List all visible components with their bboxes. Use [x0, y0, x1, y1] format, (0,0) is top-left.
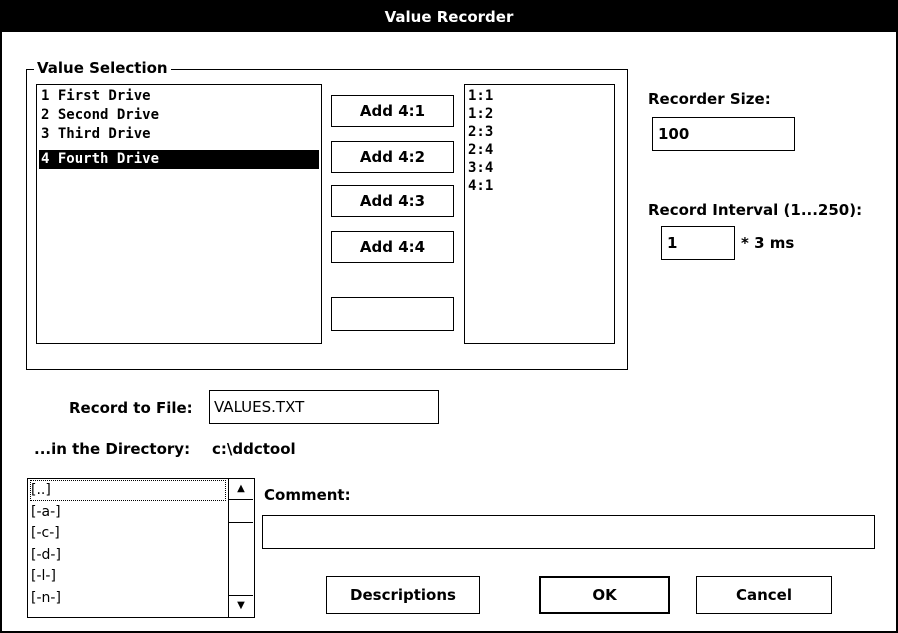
directory-item[interactable]: [-a-] [31, 503, 61, 522]
recorder-size-input[interactable]: 100 [652, 117, 795, 151]
add-4-4-button[interactable]: Add 4:4 [331, 231, 454, 263]
directory-item[interactable]: [-l-] [31, 567, 56, 586]
drive-item[interactable]: 1 First Drive [39, 87, 151, 106]
scroll-thumb[interactable] [229, 500, 253, 523]
selected-value-item[interactable]: 4:1 [468, 177, 493, 195]
drive-item-selected[interactable]: 4 Fourth Drive [39, 150, 319, 169]
directory-item[interactable]: [..] [30, 480, 226, 501]
selected-value-item[interactable]: 1:2 [468, 105, 493, 123]
directory-value: c:\ddctool [212, 440, 296, 458]
directory-item[interactable]: [-d-] [31, 546, 61, 565]
selected-values-list[interactable]: 1:1 1:2 2:3 2:4 3:4 4:1 [464, 84, 615, 344]
record-file-input[interactable]: VALUES.TXT [209, 390, 439, 424]
selected-value-item[interactable]: 2:3 [468, 123, 493, 141]
selected-value-item[interactable]: 2:4 [468, 141, 493, 159]
record-interval-input[interactable]: 1 [661, 226, 735, 260]
descriptions-button[interactable]: Descriptions [326, 576, 480, 614]
add-4-3-button[interactable]: Add 4:3 [331, 185, 454, 217]
comment-input[interactable] [262, 515, 875, 549]
add-4-1-button[interactable]: Add 4:1 [331, 95, 454, 127]
directory-item[interactable]: [-c-] [31, 524, 60, 543]
record-interval-label: Record Interval (1...250): [648, 201, 863, 219]
arrow-down-icon[interactable]: ▼ [229, 595, 253, 616]
drive-list[interactable]: 1 First Drive 2 Second Drive 3 Third Dri… [36, 84, 322, 344]
recorder-size-label: Recorder Size: [648, 90, 771, 108]
record-file-label: Record to File: [69, 399, 193, 417]
drive-item[interactable]: 2 Second Drive [39, 106, 159, 125]
drive-item[interactable]: 3 Third Drive [39, 125, 151, 144]
add-empty-button[interactable] [331, 297, 454, 331]
selected-value-item[interactable]: 1:1 [468, 87, 493, 105]
directory-scrollbar[interactable]: ▲ ▼ [228, 479, 254, 617]
value-selection-label: Value Selection [34, 59, 171, 77]
directory-label: ...in the Directory: [34, 440, 191, 458]
selected-value-item[interactable]: 3:4 [468, 159, 493, 177]
arrow-up-icon[interactable]: ▲ [229, 479, 253, 500]
ok-button[interactable]: OK [539, 576, 670, 614]
directory-list[interactable]: [..] [-a-] [-c-] [-d-] [-l-] [-n-] ▲ ▼ [27, 478, 255, 618]
record-interval-unit: * 3 ms [741, 234, 795, 252]
comment-label: Comment: [264, 486, 351, 504]
add-4-2-button[interactable]: Add 4:2 [331, 141, 454, 173]
directory-item[interactable]: [-n-] [31, 589, 61, 608]
cancel-button[interactable]: Cancel [696, 576, 832, 614]
window-title: Value Recorder [384, 8, 514, 26]
title-bar: Value Recorder [2, 2, 896, 32]
